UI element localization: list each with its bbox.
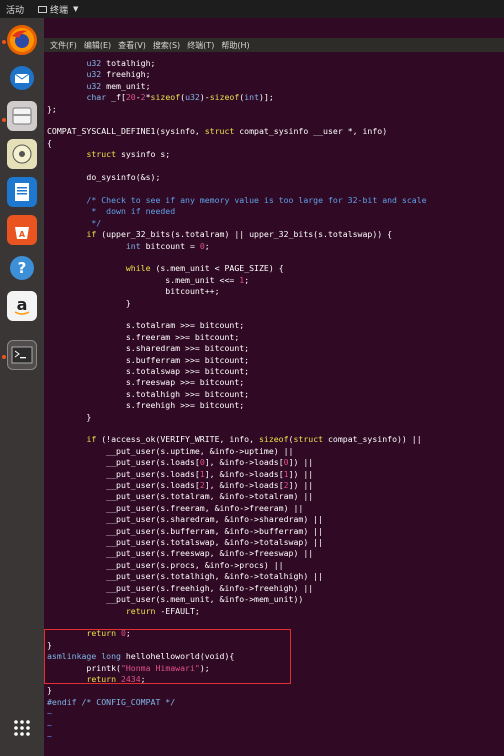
code-line: s.totalswap >>= bitcount; <box>47 365 250 376</box>
code-line: if (!access_ok(VERIFY_WRITE, info, sizeo… <box>86 434 422 445</box>
code-line: char _f[20-2*sizeof(u32)-sizeof(int)]; <box>86 92 274 103</box>
amazon-icon[interactable]: a <box>7 291 37 321</box>
terminal-icon[interactable] <box>7 340 37 370</box>
code-line: __put_user(s.sharedram, &info->sharedram… <box>47 514 324 525</box>
rhythmbox-icon[interactable] <box>7 139 37 169</box>
svg-text:A: A <box>19 230 26 239</box>
code-line: } <box>47 411 92 422</box>
terminal-menubar: 文件(F) 编辑(E) 查看(V) 搜索(S) 终端(T) 帮助(H) <box>44 38 504 52</box>
terminal-view[interactable]: u32 totalhigh; u32 freehigh; u32 mem_uni… <box>44 52 504 756</box>
code-line: s.freehigh >>= bitcount; <box>47 400 245 411</box>
code-line: s.freeswap >>= bitcount; <box>47 377 245 388</box>
top-panel: 活动 终端 ▼ <box>0 0 504 18</box>
terminal-window-icon <box>38 5 48 13</box>
code-line: __put_user(s.loads[2], &info->loads[2]) … <box>47 480 314 491</box>
code-line: } <box>47 639 52 650</box>
code-line: __put_user(s.procs, &info->procs) || <box>47 559 284 570</box>
code-line: ~ <box>47 708 52 719</box>
code-line: __put_user(s.loads[1], &info->loads[1]) … <box>47 468 314 479</box>
code-line: asmlinkage long hellohelloworld(void){ <box>47 651 235 662</box>
code-line: u32 totalhigh; <box>86 58 156 68</box>
code-line: __put_user(s.freehigh, &info->freehigh) … <box>47 582 314 593</box>
svg-text:?: ? <box>18 259 27 277</box>
code-line: ~ <box>47 730 52 741</box>
code-line: s.sharedram >>= bitcount; <box>47 343 250 354</box>
code-line: } <box>47 685 52 696</box>
code-line: do_sysinfo(&s); <box>47 172 161 183</box>
code-line: __put_user(s.uptime, &info->uptime) || <box>47 445 294 456</box>
running-indicator <box>2 355 6 359</box>
chevron-down-icon: ▼ <box>73 5 79 13</box>
menu-terminal[interactable]: 终端(T) <box>187 40 214 51</box>
code-line: * down if needed <box>47 206 176 217</box>
code-line: { <box>47 137 52 148</box>
svg-text:a: a <box>17 295 28 314</box>
thunderbird-icon[interactable] <box>7 63 37 93</box>
code-line: s.freeram >>= bitcount; <box>47 331 240 342</box>
code-line: printk("Honma Himawari"); <box>47 662 210 673</box>
menu-search[interactable]: 搜索(S) <box>153 40 180 51</box>
code-line: __put_user(s.bufferram, &info->bufferram… <box>47 525 324 536</box>
libreoffice-writer-icon[interactable] <box>7 177 37 207</box>
grid-icon[interactable] <box>7 713 37 743</box>
code-line: */ <box>47 217 102 228</box>
code-line: u32 freehigh; <box>86 69 151 80</box>
menu-view[interactable]: 查看(V) <box>118 40 146 51</box>
menu-edit[interactable]: 编辑(E) <box>84 40 111 51</box>
code-line: while (s.mem_unit < PAGE_SIZE) { <box>125 263 284 274</box>
menu-help[interactable]: 帮助(H) <box>221 40 249 51</box>
code-line: s.totalram >>= bitcount; <box>47 320 245 331</box>
help-icon[interactable]: ? <box>7 253 37 283</box>
running-indicator <box>2 118 6 122</box>
code-line: __put_user(s.freeram, &info->freeram) || <box>47 502 304 513</box>
app-menu[interactable]: 终端 ▼ <box>38 3 78 16</box>
code-line: __put_user(s.totalswap, &info->totalswap… <box>47 537 324 548</box>
firefox-icon[interactable] <box>7 25 37 55</box>
code-line: return 0; <box>86 628 131 639</box>
code-text: u32 totalhigh; u32 freehigh; u32 mem_uni… <box>47 58 427 742</box>
code-line: if (upper_32_bits(s.totalram) || upper_3… <box>86 229 393 240</box>
code-line: s.bufferram >>= bitcount; <box>47 354 250 365</box>
code-line: #endif /* CONFIG_COMPAT */ <box>47 696 176 707</box>
app-name: 终端 <box>50 5 69 16</box>
code-line: return -EFAULT; <box>125 605 200 616</box>
menu-file[interactable]: 文件(F) <box>50 40 77 51</box>
running-indicator <box>2 40 6 44</box>
code-line: return 2434; <box>86 673 146 684</box>
code-line: bitcount++; <box>47 286 220 297</box>
code-line: struct sysinfo s; <box>86 149 171 160</box>
code-line: int bitcount = 0; <box>125 240 210 251</box>
code-line: __put_user(s.loads[0], &info->loads[0]) … <box>47 457 314 468</box>
code-line: COMPAT_SYSCALL_DEFINE1(sysinfo, struct c… <box>47 126 388 137</box>
code-line: /* Check to see if any memory value is t… <box>47 194 427 205</box>
code-line: __put_user(s.freeswap, &info->freeswap) … <box>47 548 314 559</box>
files-icon[interactable] <box>7 101 37 131</box>
code-line: __put_user(s.totalram, &info->totalram) … <box>47 491 314 502</box>
code-line: u32 mem_unit; <box>86 80 151 91</box>
code-line: s.mem_unit <<= 1; <box>47 274 250 285</box>
software-center-icon[interactable]: A <box>7 215 37 245</box>
code-line: }; <box>47 103 57 114</box>
activities-button[interactable]: 活动 <box>6 3 24 16</box>
code-line: s.totalhigh >>= bitcount; <box>47 388 250 399</box>
code-line: __put_user(s.totalhigh, &info->totalhigh… <box>47 571 324 582</box>
code-line: } <box>47 297 131 308</box>
launcher: A ? a <box>0 18 44 756</box>
code-line: ~ <box>47 719 52 730</box>
code-line: __put_user(s.mem_unit, &info->mem_unit)) <box>47 594 304 605</box>
